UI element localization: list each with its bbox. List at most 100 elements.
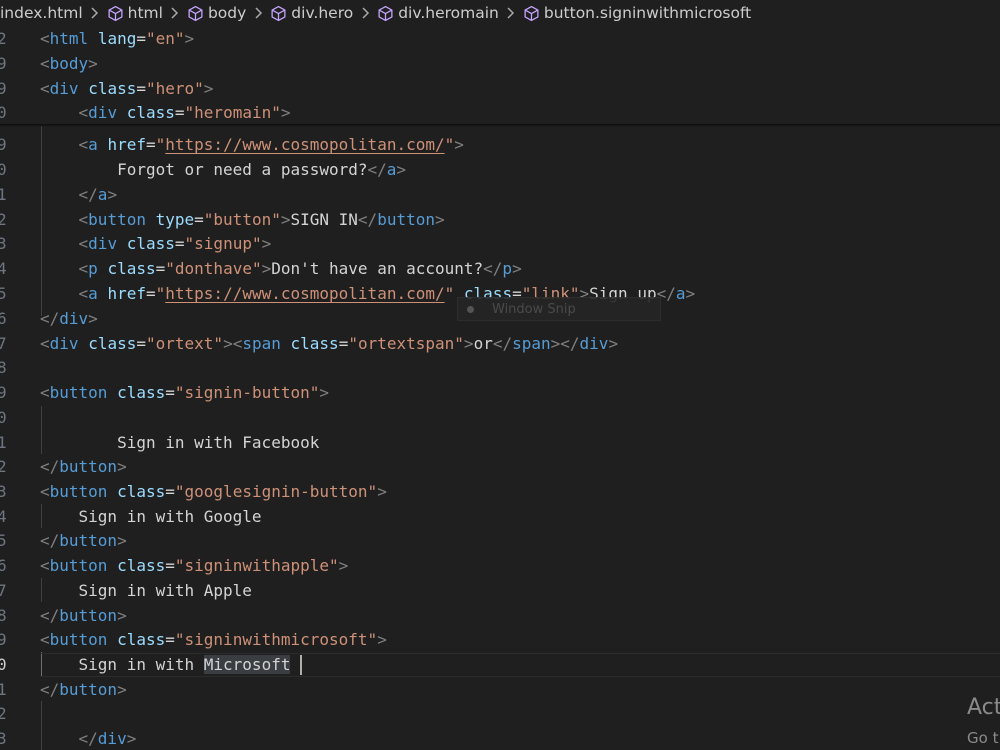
line-number: 6 [0, 556, 7, 575]
cube-icon [523, 5, 540, 22]
code-line[interactable]: 0 [0, 406, 1000, 431]
code-line[interactable]: 4 Sign in with Google [0, 505, 1000, 530]
token: = [174, 234, 185, 253]
token: > [434, 210, 445, 229]
token: "googlesignin-button" [174, 482, 378, 501]
breadcrumb-file-label: index.html [0, 4, 83, 22]
token: > [454, 135, 464, 154]
breadcrumb: index.html html body div.hero div.heroma… [0, 0, 1000, 26]
token: </ [40, 680, 60, 699]
code-line[interactable]: 7 Sign in with Apple [0, 579, 1000, 604]
token: Don't have an account? [271, 259, 484, 278]
cube-icon [107, 5, 124, 22]
breadcrumb-item-body[interactable]: body [187, 4, 246, 22]
token: p [88, 259, 98, 278]
token: Forgot or need a password? [117, 160, 368, 179]
code-line[interactable]: 1 </a> [0, 183, 1000, 208]
token: class [126, 234, 175, 253]
code-line[interactable]: 2 <button type="button">SIGN IN</button> [0, 208, 1000, 233]
code-line[interactable]: 3 <button class="googlesignin-button"> [0, 480, 1000, 505]
code-line[interactable]: 8 [0, 356, 1000, 381]
token: href [107, 284, 146, 303]
token: </ [483, 259, 503, 278]
url-link[interactable]: https://www.cosmopolitan.com/ [165, 135, 444, 154]
chevron-right-icon [167, 7, 183, 19]
token: href [107, 135, 146, 154]
code-line[interactable]: 1 Sign in with Facebook [0, 431, 1000, 456]
breadcrumb-file[interactable]: index.html [0, 4, 83, 22]
token: > [319, 383, 330, 402]
token: > [107, 185, 118, 204]
token: a [88, 284, 98, 303]
selected-text[interactable]: Microsoft [203, 655, 291, 674]
code-line-active[interactable]: 0 Sign in with Microsoft [0, 653, 1000, 678]
token: </ [40, 457, 60, 476]
token: = [136, 79, 146, 98]
cube-icon [187, 5, 204, 22]
token: = [136, 334, 146, 353]
code-line[interactable]: 9 <div class="hero"> [0, 77, 1000, 102]
sticky-scroll-shadow [0, 124, 1000, 127]
code-line[interactable]: 9 <button class="signinwithmicrosoft"> [0, 628, 1000, 653]
chevron-right-icon [250, 7, 266, 19]
line-number: 9 [0, 79, 7, 98]
breadcrumb-item-div-heromain[interactable]: div.heromain [377, 4, 499, 22]
token: type [155, 210, 195, 229]
code-line[interactable]: 7 <div class="ortext"><span class="ortex… [0, 332, 1000, 357]
token: div [49, 79, 79, 98]
token: body [49, 54, 89, 73]
code-line[interactable]: 9 <a href="https://www.cosmopolitan.com/… [0, 133, 1000, 158]
breadcrumb-item-button-signinwithmicrosoft[interactable]: button.signinwithmicrosoft [523, 4, 751, 22]
code-line[interactable]: 3 </div> [0, 727, 1000, 750]
token: = [174, 103, 185, 122]
breadcrumb-item-html[interactable]: html [107, 4, 163, 22]
code-line[interactable]: 6 <button class="signinwithapple"> [0, 554, 1000, 579]
token: < [40, 482, 50, 501]
line-number: 1 [0, 433, 7, 452]
token: class [126, 103, 175, 122]
code-line[interactable]: 3 <div class="signup"> [0, 232, 1000, 257]
token: = [155, 259, 166, 278]
window-snip-tooltip: Window Snip [457, 297, 661, 321]
token: > [280, 103, 291, 122]
token: </ [40, 531, 60, 550]
token: < [40, 54, 50, 73]
line-number: 3 [0, 482, 7, 501]
token: div [97, 729, 127, 748]
token: class [117, 630, 166, 649]
line-number: 9 [0, 135, 7, 154]
breadcrumb-item-div-hero[interactable]: div.hero [270, 4, 353, 22]
line-number: 9 [0, 54, 7, 73]
line-number: 5 [0, 284, 7, 303]
token: div [88, 234, 118, 253]
code-line[interactable]: 1 </button> [0, 678, 1000, 703]
code-line[interactable]: 9 <button class="signin-button"> [0, 381, 1000, 406]
code-line[interactable]: 2 <html lang="en"> [0, 27, 1000, 52]
token: </ [40, 606, 60, 625]
token: > [203, 79, 214, 98]
url-link[interactable]: https://www.cosmopolitan.com/ [165, 284, 444, 303]
code-line[interactable]: 4 <p class="donthave">Don't have an acco… [0, 257, 1000, 282]
code-line-sticky[interactable]: 0 <div class="heromain"> [0, 101, 1000, 126]
token: > [261, 234, 272, 253]
token: span [242, 334, 281, 353]
code-line[interactable]: 9 <body> [0, 52, 1000, 77]
breadcrumb-item-label: button.signinwithmicrosoft [543, 4, 752, 22]
token: < [78, 103, 89, 122]
line-number: 2 [0, 29, 7, 48]
token: class [117, 383, 166, 402]
editor-pane[interactable]: 2 <html lang="en"> 9 <body> 9 <div class… [0, 26, 1000, 750]
code-line[interactable]: 2 </button> [0, 455, 1000, 480]
code-line[interactable]: 8 </button> [0, 604, 1000, 629]
code-line[interactable]: 5 </button> [0, 529, 1000, 554]
token: class [117, 556, 166, 575]
token: "ortextspan" [348, 334, 464, 353]
token: button [49, 630, 108, 649]
token: > [117, 457, 127, 476]
code-line[interactable]: 2 [0, 702, 1000, 727]
token: > [117, 680, 127, 699]
token: "signup" [184, 234, 262, 253]
code-line[interactable]: 0 Forgot or need a password?</a> [0, 158, 1000, 183]
token: < [40, 79, 50, 98]
token: > [88, 54, 98, 73]
